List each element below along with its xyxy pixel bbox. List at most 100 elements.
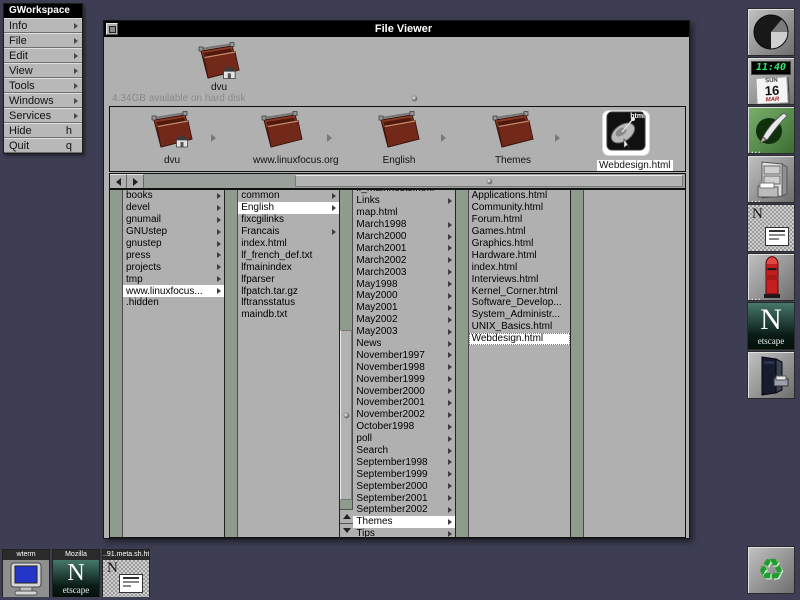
scroll-left-button[interactable]	[110, 174, 127, 188]
browser-item[interactable]: Software_Develop...	[469, 297, 570, 309]
scrollbar-knob[interactable]	[340, 330, 352, 500]
shelf-resize-handle[interactable]	[412, 96, 417, 101]
menu-item[interactable]: Edit	[4, 48, 82, 63]
browser-item[interactable]: Francais	[238, 226, 339, 238]
dock-tile-postbox[interactable]: ...	[747, 253, 795, 301]
menu-item[interactable]: View	[4, 63, 82, 78]
browser-item[interactable]: maindb.txt	[238, 309, 339, 321]
browser-item[interactable]: www.linuxfocus...	[123, 285, 224, 297]
browser-item[interactable]: gnumail	[123, 214, 224, 226]
browser-item[interactable]: lfpatch.tar.gz	[238, 285, 339, 297]
dock-tile-gnustep[interactable]	[747, 8, 795, 56]
dock-tile-netscape-mini[interactable]: N	[747, 204, 795, 252]
menu-item[interactable]: Tools	[4, 78, 82, 93]
browser-item[interactable]: May2000	[353, 290, 454, 302]
browser-item[interactable]: November1998	[353, 361, 454, 373]
browser-item[interactable]: November1997	[353, 349, 454, 361]
browser-item[interactable]: projects	[123, 261, 224, 273]
browser-item[interactable]: September1999	[353, 468, 454, 480]
dock-tile-clock[interactable]: 11:40 SUN 16 MAR	[747, 57, 795, 105]
scroll-down-button[interactable]	[340, 523, 353, 537]
menu-item[interactable]: Info	[4, 18, 82, 33]
column-1-scrollbar[interactable]	[110, 190, 123, 537]
browser-item[interactable]: GNUstep	[123, 226, 224, 238]
browser-item[interactable]: Links	[353, 195, 454, 207]
menu-item[interactable]: File	[4, 33, 82, 48]
window-titlebar[interactable]: File Viewer	[104, 21, 689, 37]
browser-item[interactable]: books	[123, 190, 224, 202]
browser-item[interactable]: UNIX_Basics.html	[469, 321, 570, 333]
miniaturize-button[interactable]	[106, 23, 118, 35]
browser-item[interactable]: November2001	[353, 397, 454, 409]
browser-item[interactable]: Graphics.html	[469, 238, 570, 250]
dock-tile-paint[interactable]: ...	[747, 106, 795, 154]
browser-item[interactable]: Interviews.html	[469, 273, 570, 285]
browser-item[interactable]: Applications.html	[469, 190, 570, 202]
browser-item[interactable]: September2001	[353, 492, 454, 504]
column-3-scrollbar[interactable]	[340, 190, 353, 537]
browser-item[interactable]: March2002	[353, 254, 454, 266]
shelf-item-english[interactable]: English	[370, 109, 428, 166]
dock-tile-cabinet[interactable]: ...	[747, 155, 795, 203]
shelf-item-dvu[interactable]: dvu	[143, 109, 201, 166]
browser-item[interactable]: November2000	[353, 385, 454, 397]
browser-item[interactable]: English	[238, 202, 339, 214]
browser-item[interactable]: March1998	[353, 219, 454, 231]
browser-item[interactable]: poll	[353, 433, 454, 445]
browser-item[interactable]: Community.html	[469, 202, 570, 214]
browser-item[interactable]: Webdesign.html	[469, 333, 570, 345]
shelf-item-themes[interactable]: Themes	[484, 109, 542, 166]
menu-item[interactable]: Windows	[4, 93, 82, 108]
browser-item[interactable]: March2001	[353, 242, 454, 254]
miniwindow-meta-sh-html[interactable]: ..91.meta.sh.html N	[102, 549, 150, 597]
scroll-up-button[interactable]	[340, 509, 353, 523]
browser-item[interactable]: lftransstatus	[238, 297, 339, 309]
browser-item[interactable]: press	[123, 249, 224, 261]
browser-item[interactable]: March2000	[353, 231, 454, 243]
browser-item[interactable]: fixcgilinks	[238, 214, 339, 226]
scrollbar-knob[interactable]	[295, 175, 683, 187]
shelf-item-webdesign[interactable]: html Webdesign.html	[597, 109, 655, 173]
browser-item[interactable]: common	[238, 190, 339, 202]
browser-item[interactable]: March2003	[353, 266, 454, 278]
dock-tile-recycler[interactable]: ♻	[747, 546, 795, 594]
browser-item[interactable]: Themes	[353, 516, 454, 528]
browser-item[interactable]: devel	[123, 202, 224, 214]
browser-item[interactable]: Tips	[353, 528, 454, 537]
browser-item[interactable]: index.html	[238, 238, 339, 250]
miniwindow-mozilla[interactable]: Mozilla N etscape	[52, 549, 100, 597]
browser-item[interactable]: November2002	[353, 409, 454, 421]
browser-item[interactable]: September2000	[353, 480, 454, 492]
browser-item[interactable]: May2002	[353, 314, 454, 326]
browser-item[interactable]: Hardware.html	[469, 249, 570, 261]
browser-item[interactable]: October1998	[353, 421, 454, 433]
column-5-scrollbar[interactable]	[571, 190, 584, 537]
browser-item[interactable]: Forum.html	[469, 214, 570, 226]
browser-item[interactable]: tmp	[123, 273, 224, 285]
browser-item[interactable]: May1998	[353, 278, 454, 290]
browser-item[interactable]: lfparser	[238, 273, 339, 285]
browser-item[interactable]: lf_french_def.txt	[238, 249, 339, 261]
browser-item[interactable]: September2002	[353, 504, 454, 516]
shelf-scrollbar[interactable]	[109, 173, 686, 189]
browser-item[interactable]: lfmainindex	[238, 261, 339, 273]
browser-item[interactable]: May2003	[353, 326, 454, 338]
column-2-scrollbar[interactable]	[225, 190, 238, 537]
column-4-scrollbar[interactable]	[456, 190, 469, 537]
shelf-item-linuxfocus[interactable]: www.linuxfocus.org	[253, 109, 311, 166]
root-folder-icon[interactable]: dvu	[196, 41, 242, 93]
browser-item[interactable]: Kernel_Corner.html	[469, 285, 570, 297]
browser-item[interactable]: May2001	[353, 302, 454, 314]
browser-item[interactable]: News	[353, 338, 454, 350]
browser-item[interactable]: map.html	[353, 207, 454, 219]
browser-item[interactable]: .hidden	[123, 297, 224, 309]
browser-item[interactable]: index.html	[469, 261, 570, 273]
menu-item[interactable]: Hide h	[4, 123, 82, 138]
menu-item[interactable]: Quit q	[4, 138, 82, 153]
browser-item[interactable]: System_Administr...	[469, 309, 570, 321]
browser-item[interactable]: Games.html	[469, 226, 570, 238]
app-menu-title[interactable]: GWorkspace	[4, 4, 82, 18]
scroll-right-button[interactable]	[127, 174, 144, 188]
dock-tile-gworkspace[interactable]	[747, 351, 795, 399]
dock-tile-netscape[interactable]: N etscape	[747, 302, 795, 350]
